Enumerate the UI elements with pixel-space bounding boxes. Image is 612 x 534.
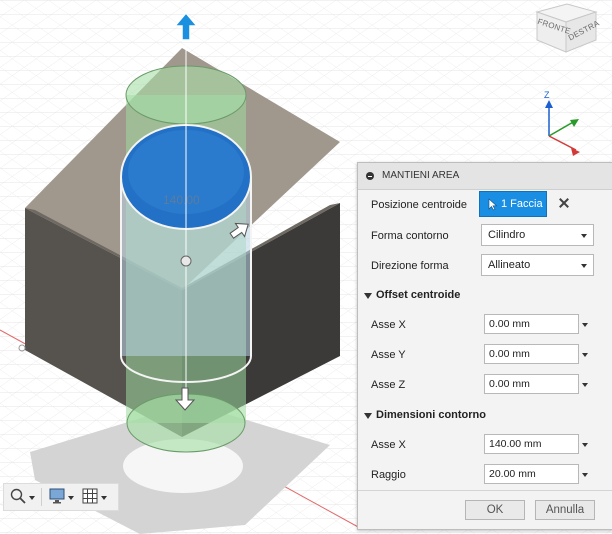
centroid-position-label: Posizione centroide: [371, 199, 468, 211]
keep-area-panel: MANTIENI AREA Posizione centroide 1 Facc…: [357, 162, 612, 530]
panel-header[interactable]: MANTIENI AREA: [358, 163, 612, 190]
face-selection-label: 1 Faccia: [501, 198, 543, 210]
offset-z-field[interactable]: 0.00 mm: [484, 374, 579, 394]
viewcube[interactable]: FRONTE DESTRA: [531, 8, 600, 66]
footer-divider: [358, 490, 612, 491]
radius-label: Raggio: [371, 469, 406, 481]
chevron-down-icon: [581, 234, 587, 238]
offset-z-value: 0.00 mm: [489, 378, 530, 390]
chevron-down-icon: [29, 496, 35, 500]
chevron-down-icon: [68, 496, 74, 500]
dimension-x-field[interactable]: 140.00 mm: [484, 434, 579, 454]
monitor-icon: [49, 488, 65, 504]
viewcube-right-label[interactable]: DESTRA: [567, 19, 601, 43]
collapse-icon[interactable]: [366, 172, 374, 180]
contour-shape-select[interactable]: Cilindro: [481, 224, 594, 246]
dimension-x-label: Asse X: [371, 439, 406, 451]
contour-shape-value: Cilindro: [488, 229, 526, 241]
chevron-down-icon[interactable]: [582, 353, 588, 357]
offset-x-field[interactable]: 0.00 mm: [484, 314, 579, 334]
offset-y-value: 0.00 mm: [489, 348, 530, 360]
display-settings-button[interactable]: [49, 488, 75, 506]
dimension-label[interactable]: 140.00: [163, 193, 200, 207]
offset-z-label: Asse Z: [371, 379, 406, 391]
dimensions-section-header[interactable]: Dimensioni contorno: [376, 409, 486, 421]
cancel-button[interactable]: Annulla: [535, 500, 595, 520]
grid-icon: [82, 488, 98, 504]
chevron-down-icon: [101, 496, 107, 500]
shape-direction-select[interactable]: Allineato: [481, 254, 594, 276]
zoom-icon: [10, 488, 26, 504]
chevron-down-icon[interactable]: [582, 383, 588, 387]
panel-title: MANTIENI AREA: [382, 170, 460, 181]
centroid-point: [180, 255, 192, 267]
clear-selection-icon[interactable]: [557, 196, 571, 210]
offset-section-header[interactable]: Offset centroide: [376, 289, 460, 301]
chevron-down-icon[interactable]: [582, 323, 588, 327]
grid-settings-button[interactable]: [82, 488, 108, 506]
offset-y-label: Asse Y: [371, 349, 406, 361]
contour-shape-label: Forma contorno: [371, 230, 449, 242]
chevron-down-icon[interactable]: [582, 443, 588, 447]
face-selection-button[interactable]: 1 Faccia: [479, 191, 547, 217]
dimension-x-value: 140.00 mm: [489, 438, 542, 450]
cursor-arrow-icon: [488, 198, 498, 211]
section-collapse-icon[interactable]: [364, 293, 372, 299]
radius-field[interactable]: 20.00 mm: [484, 464, 579, 484]
shape-direction-label: Direzione forma: [371, 260, 449, 272]
section-collapse-icon[interactable]: [364, 413, 372, 419]
ok-button[interactable]: OK: [465, 500, 525, 520]
shape-direction-value: Allineato: [488, 259, 531, 271]
offset-x-label: Asse X: [371, 319, 406, 331]
chevron-down-icon: [581, 264, 587, 268]
radius-value: 20.00 mm: [489, 468, 536, 480]
toolbar-divider: [41, 488, 42, 506]
offset-x-value: 0.00 mm: [489, 318, 530, 330]
zoom-button[interactable]: [10, 488, 35, 506]
chevron-down-icon[interactable]: [582, 473, 588, 477]
view-toolbar: [3, 483, 119, 511]
offset-y-field[interactable]: 0.00 mm: [484, 344, 579, 364]
z-axis-label: Z: [544, 90, 550, 100]
